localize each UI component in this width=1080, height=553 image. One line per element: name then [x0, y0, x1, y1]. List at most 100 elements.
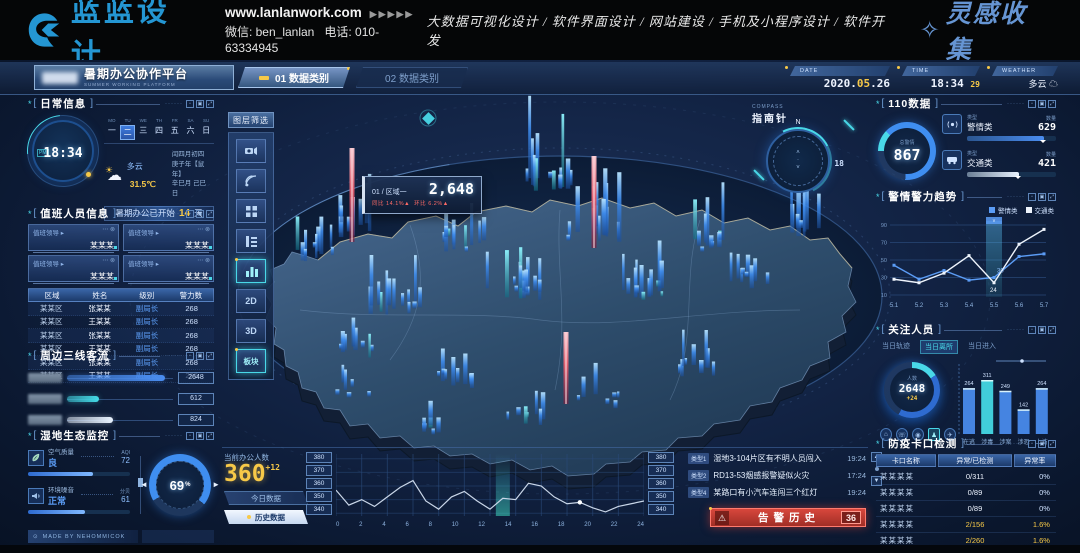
chart-layer-button[interactable]	[236, 259, 266, 283]
x-label: 10	[452, 522, 459, 528]
focus-tab[interactable]: 当日离所	[920, 340, 958, 354]
weekday-mo[interactable]: MO一	[104, 118, 120, 140]
temperature: 31.5℃	[130, 179, 156, 189]
redacted-line-label	[28, 394, 62, 404]
focus-tab[interactable]: 当日轨迹	[878, 340, 914, 354]
block-layer-button[interactable]: 板块	[236, 349, 266, 373]
gauge-right-arrow[interactable]: ►	[212, 480, 220, 489]
svg-text:˅: ˅	[993, 219, 996, 225]
panel-title: 周边三线客流	[40, 348, 109, 363]
focus-tab[interactable]: 当日进入	[964, 340, 1000, 354]
list-layer-button[interactable]	[236, 229, 266, 253]
alert-row[interactable]: 类型4某路口有小汽车连闯三个红灯19:24	[688, 484, 866, 501]
compass: COMPASS 指南针 N ˄·˅ 18	[752, 104, 856, 193]
signal-layer-button[interactable]	[236, 169, 266, 193]
column-header: 级别	[125, 289, 169, 301]
grid-layer-button[interactable]	[236, 199, 266, 223]
type-progress-fill	[967, 136, 1044, 141]
weekday-th[interactable]: TH四	[151, 118, 167, 140]
clock-marker-dot	[86, 172, 91, 177]
x-label: 18	[558, 522, 565, 528]
gear-icon: ⊙	[33, 534, 39, 540]
weekday-en: WE	[135, 118, 151, 123]
panel-title: 值班人员信息	[40, 206, 109, 221]
card-controls[interactable]: ⋯ ⊗	[102, 226, 115, 233]
window-controls[interactable]: ▫▣⤢	[1028, 326, 1056, 334]
website-link[interactable]: www.lanlanwork.com	[225, 5, 362, 20]
weekday-fr[interactable]: FR五	[167, 118, 183, 140]
alert-time: 19:24	[847, 488, 866, 497]
office-count-block: 当前办公人数 360+12 今日数据 历史数据	[224, 452, 310, 524]
checkpoint-rate: 0%	[1013, 472, 1056, 481]
eco-texts: 空气质量良	[48, 446, 74, 469]
x-label: 12	[478, 522, 485, 528]
svg-text:24: 24	[990, 288, 997, 294]
card-controls[interactable]: ⋯ ⊗	[197, 226, 210, 233]
weekday-su[interactable]: SU日	[198, 118, 214, 140]
eco-value-block: 分贝61	[120, 488, 130, 504]
window-controls[interactable]: ▫▣⤢	[186, 432, 214, 440]
alert-row[interactable]: 类型2RD13-53烟感报警疑似火灾17:24	[688, 467, 866, 484]
eco-unit: 分贝	[120, 488, 130, 495]
checkpoint-table: 某某某某0/3110%某某某某0/890%某某某某0/890%某某某某2/156…	[876, 469, 1056, 549]
alert-history-button[interactable]: ⚠ 告警历史 36	[710, 508, 866, 527]
window-controls[interactable]: ▫▣⤢	[186, 100, 214, 108]
window-controls[interactable]: ▫▣⤢	[186, 352, 214, 360]
window-controls[interactable]: ▫▣⤢	[1028, 100, 1056, 108]
gauge-left-arrow[interactable]: ◄	[140, 480, 148, 489]
count-value: 629	[1038, 122, 1056, 133]
panel-eco-monitor: *[湿地生态监控]······▫▣⤢ 空气质量良AQI72环境噪音正常分贝61 …	[28, 428, 214, 543]
svg-text:249: 249	[1001, 384, 1010, 390]
window-controls[interactable]: ▫▣⤢	[1028, 193, 1056, 201]
svg-text:311: 311	[983, 373, 992, 379]
card-controls[interactable]: ⋯ ⊗	[102, 257, 115, 264]
flow-value: 612	[178, 393, 214, 405]
cell: 268	[169, 302, 214, 315]
checkpoint-table-header: 卡口名称异常/已检测异常率	[876, 454, 1056, 467]
alert-time: 17:24	[847, 471, 866, 480]
bottom-edge	[0, 545, 1080, 553]
camera-layer-button[interactable]	[236, 139, 266, 163]
redacted-logo-chip	[42, 72, 78, 84]
y-axis-label: 380	[306, 452, 332, 463]
weekday-tu[interactable]: TU二	[120, 118, 136, 140]
tab-data-category-1[interactable]: 01 数据类别	[238, 67, 350, 88]
panel-title: 关注人员	[888, 322, 934, 337]
alert-row[interactable]: 类型1湿地3-104片区有不明人员闯入19:24	[688, 450, 866, 467]
alert-history-count: 36	[841, 511, 861, 524]
tab-data-category-2[interactable]: 02 数据类别	[356, 67, 468, 88]
alert-type-row: 类型交通类数量421	[942, 150, 1056, 177]
panel-daily-info: *[日常信息]······▫▣⤢ PM 18:34 MO一TU二WE三TH四FR…	[28, 96, 214, 221]
eco-progress	[28, 472, 130, 476]
3d-layer-button[interactable]: 3D	[236, 319, 266, 343]
card-controls[interactable]: ⋯ ⊗	[197, 257, 210, 264]
checkpoint-rate: 1.6%	[1013, 536, 1056, 545]
today-data-button[interactable]: 今日数据	[224, 491, 308, 505]
platform-title-plate: 暑期办公协作平台 SUMMER WORKING PLATFORM	[34, 65, 234, 90]
history-data-button[interactable]: 历史数据	[224, 510, 308, 524]
cell: 副局长	[125, 329, 170, 342]
column-header: 异常/已检测	[938, 454, 1012, 467]
table-row: 某某区王某某副局长268	[28, 316, 214, 330]
panel-title: 防疫卡口检测	[888, 436, 957, 451]
cell: 王某某	[75, 316, 125, 329]
weekday-we[interactable]: WE三	[135, 118, 151, 140]
office-count-delta: +12	[266, 463, 280, 472]
window-controls[interactable]: ▫▣⤢	[1028, 440, 1056, 448]
eco-value: 72	[121, 456, 130, 465]
duty-table-header: 区域姓名级别警力数	[28, 288, 214, 302]
count-label: 数量	[1038, 115, 1056, 122]
svg-text:90: 90	[881, 223, 887, 229]
compass-dial[interactable]: N ˄·˅ 18	[766, 129, 830, 193]
cell: 副局长	[125, 316, 170, 329]
y-axis-label: 360	[306, 478, 332, 489]
weekday-sa[interactable]: SA六	[183, 118, 199, 140]
y-axis-label: 350	[306, 491, 332, 502]
y-axis-label: 370	[648, 465, 674, 476]
collect-logo: ✧ 灵感收集	[920, 0, 1050, 66]
alert-tag: 类型1	[688, 453, 709, 464]
type-progress-fill	[967, 172, 1019, 177]
window-controls[interactable]: ▫▣⤢	[186, 210, 214, 218]
2d-layer-button[interactable]: 2D	[236, 289, 266, 313]
flow-bar	[67, 375, 165, 381]
